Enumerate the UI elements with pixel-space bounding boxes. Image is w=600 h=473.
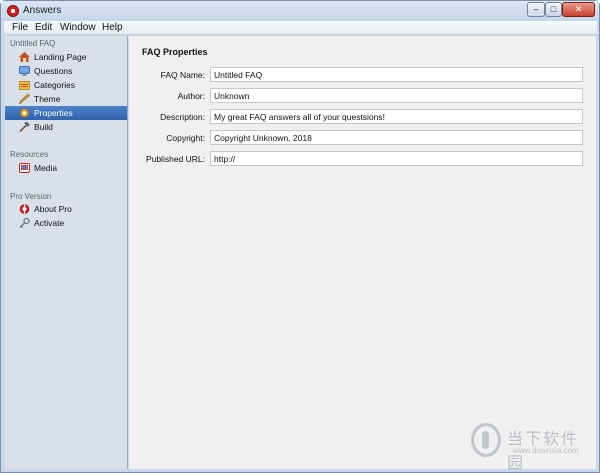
sidebar-item-label: Build xyxy=(34,122,53,132)
watermark-url: www.downxia.com xyxy=(513,446,579,455)
author-label: Author: xyxy=(177,91,205,101)
gear-icon xyxy=(20,108,29,118)
house-icon xyxy=(19,52,30,62)
sidebar-item-landing-page[interactable]: Landing Page xyxy=(5,50,127,64)
properties-panel: FAQ Properties FAQ Name: Author: Descrip… xyxy=(129,36,596,469)
sidebar-item-categories[interactable]: Categories xyxy=(5,78,127,92)
sidebar-item-label: About Pro xyxy=(34,204,72,214)
copyright-input[interactable] xyxy=(210,130,583,145)
sidebar-item-activate[interactable]: Activate xyxy=(5,216,127,230)
menu-edit[interactable]: Edit xyxy=(35,22,52,33)
app-window: Answers – □ ✕ File Edit Window Help Unti… xyxy=(0,0,600,473)
faq-name-label: FAQ Name: xyxy=(160,70,205,80)
pencil-icon xyxy=(19,94,30,104)
sidebar-item-label: Properties xyxy=(34,108,73,118)
sidebar-item-label: Activate xyxy=(34,218,65,228)
published-url-input[interactable] xyxy=(210,151,583,166)
faq-name-input[interactable] xyxy=(210,67,583,82)
description-label: Description: xyxy=(160,112,205,122)
hammer-icon xyxy=(19,122,30,132)
close-button[interactable]: ✕ xyxy=(562,2,595,17)
copyright-label: Copyright: xyxy=(166,133,205,143)
menu-window[interactable]: Window xyxy=(60,22,96,33)
page-title: FAQ Properties xyxy=(142,47,208,57)
section-heading-resources: Resources xyxy=(10,150,49,159)
watermark: 当下软件园 www.downxia.com xyxy=(471,419,591,472)
window-title: Answers xyxy=(23,5,62,16)
sidebar-item-build[interactable]: Build xyxy=(5,120,127,134)
key-icon xyxy=(19,218,30,228)
lifebuoy-icon xyxy=(19,204,30,214)
sidebar-item-label: Media xyxy=(34,163,58,173)
maximize-button[interactable]: □ xyxy=(545,2,562,17)
media-icon xyxy=(19,163,30,173)
sidebar-item-label: Questions xyxy=(34,66,73,76)
section-heading-untitled-faq: Untitled FAQ xyxy=(10,39,56,48)
published-url-label: Published URL: xyxy=(145,154,205,164)
sidebar-item-label: Theme xyxy=(34,94,61,104)
sidebar-item-about-pro[interactable]: About Pro xyxy=(5,202,127,216)
author-input[interactable] xyxy=(210,88,583,103)
folder-icon xyxy=(19,81,30,90)
menu-file[interactable]: File xyxy=(12,22,28,33)
watermark-logo-icon xyxy=(471,423,501,457)
sidebar-item-label: Landing Page xyxy=(34,52,87,62)
menu-help[interactable]: Help xyxy=(102,22,123,33)
sidebar-item-label: Categories xyxy=(34,80,76,90)
section-heading-pro-version: Pro Version xyxy=(10,192,52,201)
title-bar[interactable]: Answers – □ ✕ xyxy=(1,1,599,21)
menu-bar: File Edit Window Help xyxy=(4,21,597,35)
app-lifebuoy-icon xyxy=(7,5,19,17)
description-input[interactable] xyxy=(210,109,583,124)
monitor-icon xyxy=(19,66,30,76)
minimize-button[interactable]: – xyxy=(527,2,545,17)
